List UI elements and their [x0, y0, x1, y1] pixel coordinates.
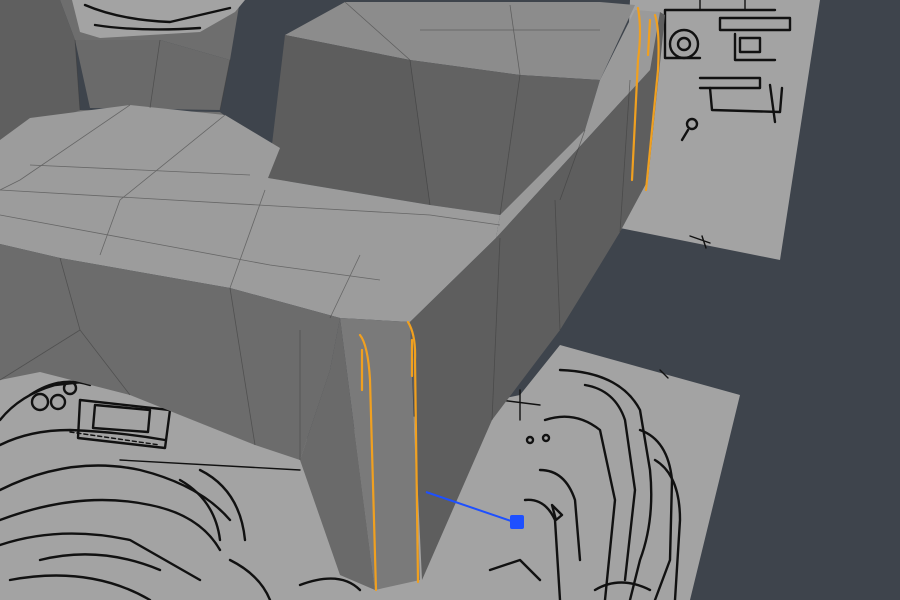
viewport-canvas[interactable]	[0, 0, 900, 600]
mesh-face-seat-back-front[interactable]	[268, 35, 430, 205]
3d-viewport[interactable]	[0, 0, 900, 600]
gizmo-x-handle[interactable]	[510, 515, 524, 529]
